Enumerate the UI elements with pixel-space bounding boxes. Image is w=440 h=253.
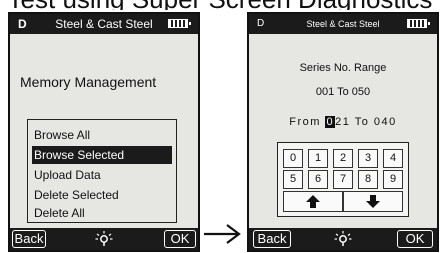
series-range-screen: D Steel & Cast Steel Series No. Range 00… [247, 12, 439, 252]
flow-arrow-icon [204, 224, 241, 244]
page-title: Memory Management [20, 74, 157, 90]
memory-management-screen: D Steel & Cast Steel Memory Management B… [8, 12, 200, 252]
key-7[interactable]: 7 [333, 170, 353, 189]
menu-item-browse-all[interactable]: Browse All [32, 126, 90, 144]
menu-item-upload-data[interactable]: Upload Data [32, 166, 101, 184]
screen-body: Memory Management Browse All Browse Sele… [10, 34, 198, 230]
down-arrow-button[interactable] [343, 191, 403, 212]
menu-item-browse-selected[interactable]: Browse Selected [32, 146, 172, 164]
status-bar: D Steel & Cast Steel [10, 14, 198, 34]
page-title: Series No. Range [299, 62, 387, 74]
from-label: From [289, 116, 321, 128]
battery-icon [168, 19, 191, 28]
range-value: 001 To 050 [315, 86, 371, 98]
key-1[interactable]: 1 [308, 149, 328, 168]
to-digits[interactable]: 040 [374, 116, 397, 128]
from-cursor-digit[interactable]: 0 [325, 116, 336, 128]
ok-button[interactable]: OK [164, 230, 196, 248]
lamp-icon [94, 230, 114, 248]
up-arrow-button[interactable] [283, 191, 343, 212]
to-label: To [354, 116, 370, 128]
key-6[interactable]: 6 [308, 170, 328, 189]
key-5[interactable]: 5 [283, 170, 303, 189]
back-button[interactable]: Back [253, 230, 291, 248]
battery-icon [407, 19, 430, 28]
menu-item-delete-selected[interactable]: Delete Selected [32, 186, 119, 204]
key-3[interactable]: 3 [358, 149, 378, 168]
menu-item-delete-all[interactable]: Delete All [32, 204, 85, 222]
softkey-bar: Back OK [249, 228, 437, 250]
status-bar: D Steel & Cast Steel [249, 14, 437, 34]
lamp-icon [333, 230, 353, 248]
from-digits[interactable]: 21 [335, 116, 350, 128]
key-9[interactable]: 9 [383, 170, 403, 189]
key-8[interactable]: 8 [358, 170, 378, 189]
back-button[interactable]: Back [12, 230, 46, 248]
key-0[interactable]: 0 [283, 149, 303, 168]
memory-menu: Browse All Browse Selected Upload Data D… [27, 119, 177, 223]
page-caption: Test using Super Screen Diagnostics [0, 0, 440, 10]
softkey-bar: Back OK [10, 228, 198, 250]
up-arrow-icon [306, 195, 320, 208]
screen-body: Series No. Range 001 To 050 From 021 To … [249, 34, 437, 230]
number-keypad: 0 1 2 3 4 5 6 7 8 9 [277, 142, 409, 217]
ok-button[interactable]: OK [397, 230, 433, 248]
key-4[interactable]: 4 [383, 149, 403, 168]
from-to-row: From 021 To 040 [249, 116, 437, 128]
key-2[interactable]: 2 [333, 149, 353, 168]
down-arrow-icon [366, 195, 380, 208]
